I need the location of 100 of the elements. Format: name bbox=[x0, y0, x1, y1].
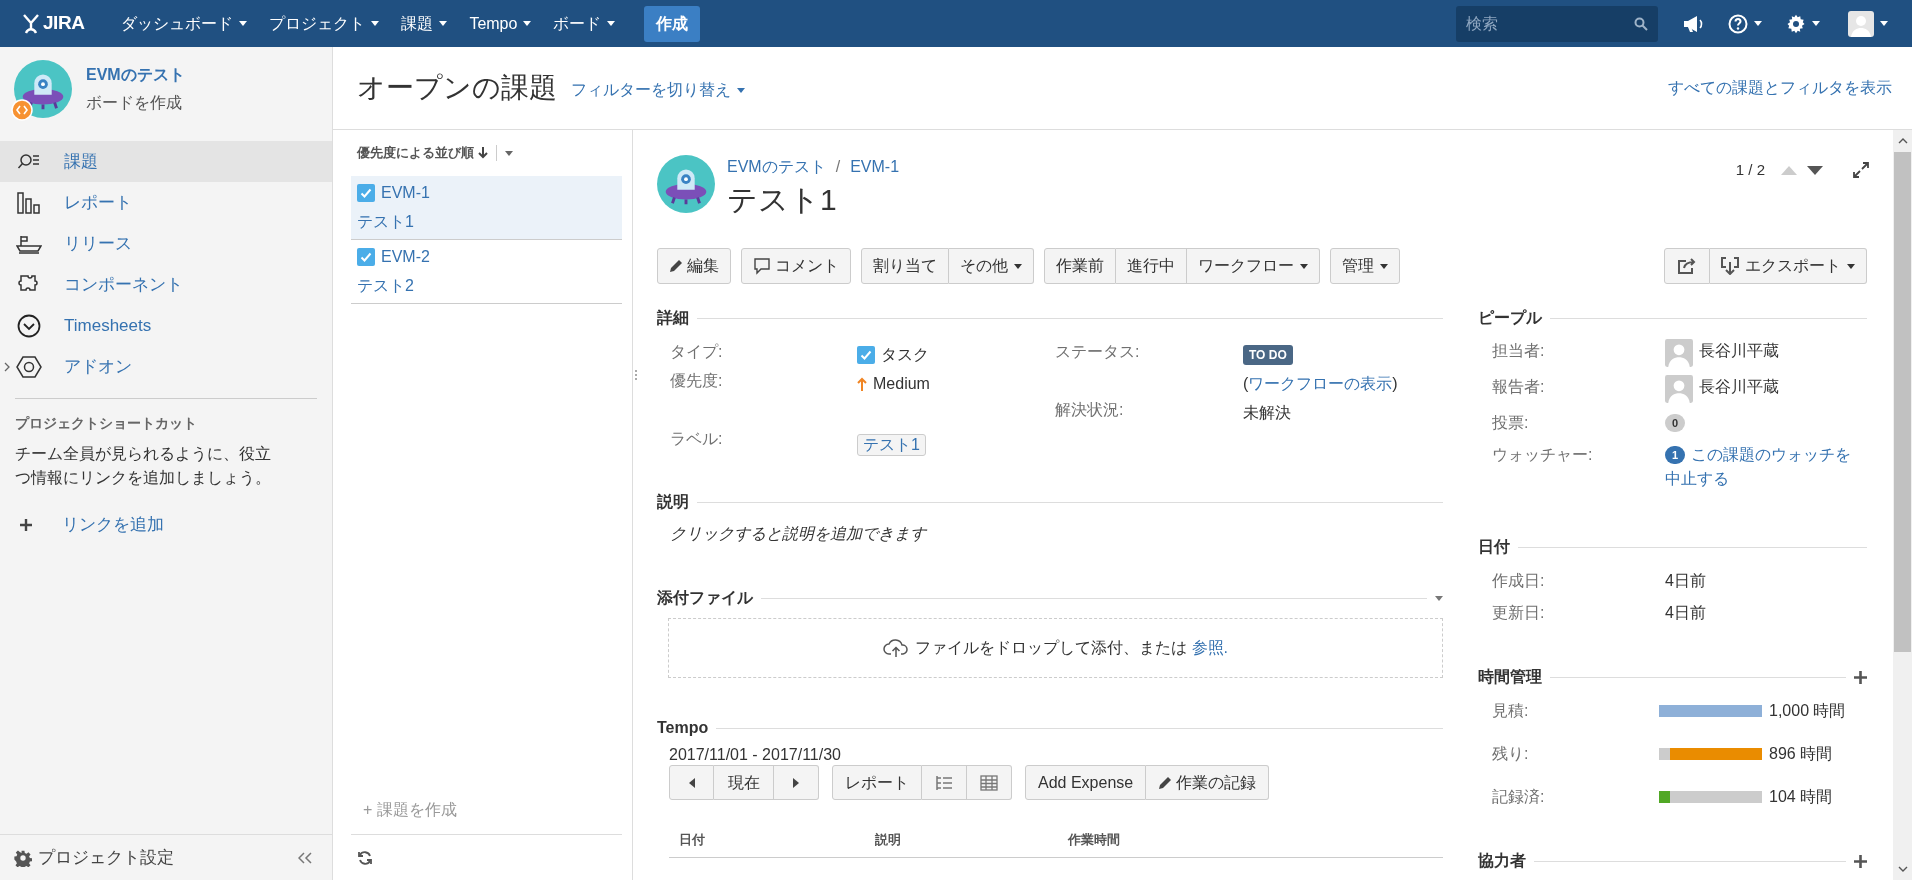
help-menu[interactable] bbox=[1728, 13, 1762, 34]
field-label: 優先度: bbox=[670, 371, 724, 391]
jira-logo-icon[interactable] bbox=[22, 13, 40, 34]
expand-icon[interactable] bbox=[1853, 162, 1869, 179]
user-avatar-icon bbox=[1848, 10, 1874, 37]
search-icon[interactable] bbox=[1634, 16, 1648, 31]
chevron-right-icon[interactable] bbox=[4, 361, 10, 372]
toolbar-button[interactable]: 作業前 bbox=[1044, 248, 1116, 284]
column-header: 説明 bbox=[875, 831, 902, 849]
scrollbar-thumb[interactable] bbox=[1894, 152, 1911, 652]
description-placeholder[interactable]: クリックすると説明を追加できます bbox=[657, 522, 1443, 546]
toolbar-button[interactable]: 編集 bbox=[657, 248, 731, 284]
toolbar-button[interactable]: 割り当て bbox=[861, 248, 949, 284]
field-label: 記録済: bbox=[1492, 787, 1546, 807]
sort-link[interactable]: 優先度による並び順 bbox=[357, 143, 488, 163]
grid-view-button[interactable] bbox=[967, 765, 1012, 800]
next-issue-icon[interactable] bbox=[1807, 165, 1823, 175]
share-button[interactable] bbox=[1664, 248, 1710, 284]
scroll-up-icon[interactable] bbox=[1897, 138, 1908, 144]
code-badge-icon bbox=[11, 98, 33, 121]
section-heading: 説明 bbox=[657, 492, 689, 512]
issue-title: テスト1 bbox=[727, 182, 838, 218]
caret-icon bbox=[1812, 21, 1820, 26]
caret-icon[interactable] bbox=[505, 150, 513, 156]
tree-view-button[interactable] bbox=[922, 765, 967, 800]
share-icon bbox=[1678, 258, 1696, 274]
nav-menu-item[interactable]: プロジェクト bbox=[258, 0, 391, 47]
caret-icon[interactable] bbox=[1435, 595, 1443, 601]
sidebar-item[interactable]: レポート bbox=[0, 182, 332, 223]
scrollbar[interactable] bbox=[1893, 130, 1912, 880]
settings-menu[interactable] bbox=[1786, 13, 1820, 34]
scroll-down-icon[interactable] bbox=[1897, 866, 1908, 872]
resize-handle-icon[interactable] bbox=[635, 370, 637, 380]
bar-chart-icon bbox=[17, 191, 41, 214]
breadcrumb-link[interactable]: EVMのテスト bbox=[727, 155, 826, 179]
nav-menu-item[interactable]: ダッシュボード bbox=[110, 0, 259, 47]
user-menu[interactable] bbox=[1848, 10, 1888, 37]
report-button[interactable]: レポート bbox=[832, 765, 922, 800]
plus-icon[interactable] bbox=[1854, 854, 1867, 868]
speech-bubble-icon bbox=[753, 257, 771, 275]
section-heading: 詳細 bbox=[657, 308, 689, 328]
breadcrumb-link[interactable]: EVM-1 bbox=[850, 155, 900, 179]
export-button[interactable]: エクスポート bbox=[1710, 248, 1867, 284]
toolbar-button[interactable]: その他 bbox=[949, 248, 1034, 284]
toolbar-button[interactable]: 管理 bbox=[1330, 248, 1400, 284]
sidebar-item[interactable]: 課題 bbox=[0, 141, 332, 182]
sidebar-item[interactable]: コンポーネント bbox=[0, 264, 332, 305]
task-type-icon bbox=[357, 184, 375, 202]
browse-link[interactable]: 参照. bbox=[1191, 639, 1228, 656]
field-label: ウォッチャー: bbox=[1492, 445, 1594, 465]
refresh-icon[interactable] bbox=[357, 849, 373, 866]
toolbar-button[interactable]: ワークフロー bbox=[1187, 248, 1320, 284]
field-label: 解決状況: bbox=[1055, 400, 1125, 420]
pencil-icon bbox=[669, 259, 683, 273]
field-label: ステータス: bbox=[1055, 342, 1141, 362]
drop-text: ファイルをドロップして添付、または 参照. bbox=[915, 638, 1228, 658]
filter-switch-link[interactable]: フィルターを切り替え bbox=[571, 78, 745, 102]
field-label: 報告者: bbox=[1492, 377, 1546, 397]
section-heading: 時間管理 bbox=[1478, 667, 1542, 687]
add-link[interactable]: リンクを追加 bbox=[0, 512, 332, 538]
user-avatar-icon bbox=[1665, 339, 1693, 367]
settings-icon bbox=[14, 848, 32, 867]
nav-menu-item[interactable]: ボード bbox=[542, 0, 627, 47]
collapse-icon[interactable] bbox=[298, 851, 312, 864]
sidebar-item[interactable]: アドオン bbox=[0, 346, 332, 387]
grid-icon bbox=[980, 774, 998, 791]
nav-menu-item[interactable]: Tempo bbox=[458, 0, 543, 47]
search-field[interactable]: 検索 bbox=[1456, 5, 1658, 42]
log-work-button[interactable]: 作業の記録 bbox=[1146, 765, 1270, 800]
nav-menu-item[interactable]: 課題 bbox=[390, 0, 459, 47]
all-issues-link[interactable]: すべての課題とフィルタを表示 bbox=[1668, 76, 1892, 100]
field-value: Medium bbox=[873, 373, 930, 394]
issue-list-item[interactable]: EVM-1 テスト1 bbox=[351, 176, 622, 240]
triangle-left-icon bbox=[688, 777, 695, 788]
stop-watching-link[interactable]: 1 この課題のウォッチを中止する bbox=[1665, 443, 1867, 491]
issue-list-item[interactable]: EVM-2 テスト2 bbox=[351, 240, 622, 304]
time-value: 896 時間 bbox=[1769, 744, 1833, 764]
workflow-link[interactable]: ワークフローの表示 bbox=[1248, 374, 1393, 392]
project-name[interactable]: EVMのテスト bbox=[86, 62, 185, 87]
current-period-button[interactable]: 現在 bbox=[714, 765, 774, 800]
sidebar-item[interactable]: リリース bbox=[0, 223, 332, 264]
megaphone-icon[interactable] bbox=[1682, 14, 1704, 33]
project-avatar bbox=[14, 59, 72, 118]
plus-icon[interactable] bbox=[1854, 670, 1867, 684]
add-expense-button[interactable]: Add Expense bbox=[1025, 765, 1147, 800]
label-tag[interactable]: テスト1 bbox=[857, 433, 926, 456]
create-button[interactable]: 作成 bbox=[644, 5, 701, 42]
field-value: 未解決 bbox=[1243, 402, 1291, 423]
issue-key: EVM-2 bbox=[381, 245, 430, 269]
shortcuts-description: チーム全員が見られるように、役立つ情報にリンクを追加しましょう。 bbox=[14, 444, 272, 488]
jira-logo-text[interactable]: JIRA bbox=[43, 9, 85, 38]
file-drop-zone[interactable]: ファイルをドロップして添付、または 参照. bbox=[668, 618, 1443, 678]
sidebar-item[interactable]: Timesheets bbox=[0, 305, 332, 346]
project-settings-link[interactable]: プロジェクト設定 bbox=[14, 844, 174, 871]
issue-summary: テスト2 bbox=[357, 276, 415, 296]
toolbar-button[interactable]: 進行中 bbox=[1116, 248, 1187, 284]
section-heading: 日付 bbox=[1478, 537, 1510, 557]
section-heading: 協力者 bbox=[1478, 851, 1526, 871]
breadcrumb-separator: / bbox=[835, 157, 841, 177]
toolbar-button[interactable]: コメント bbox=[741, 248, 851, 284]
